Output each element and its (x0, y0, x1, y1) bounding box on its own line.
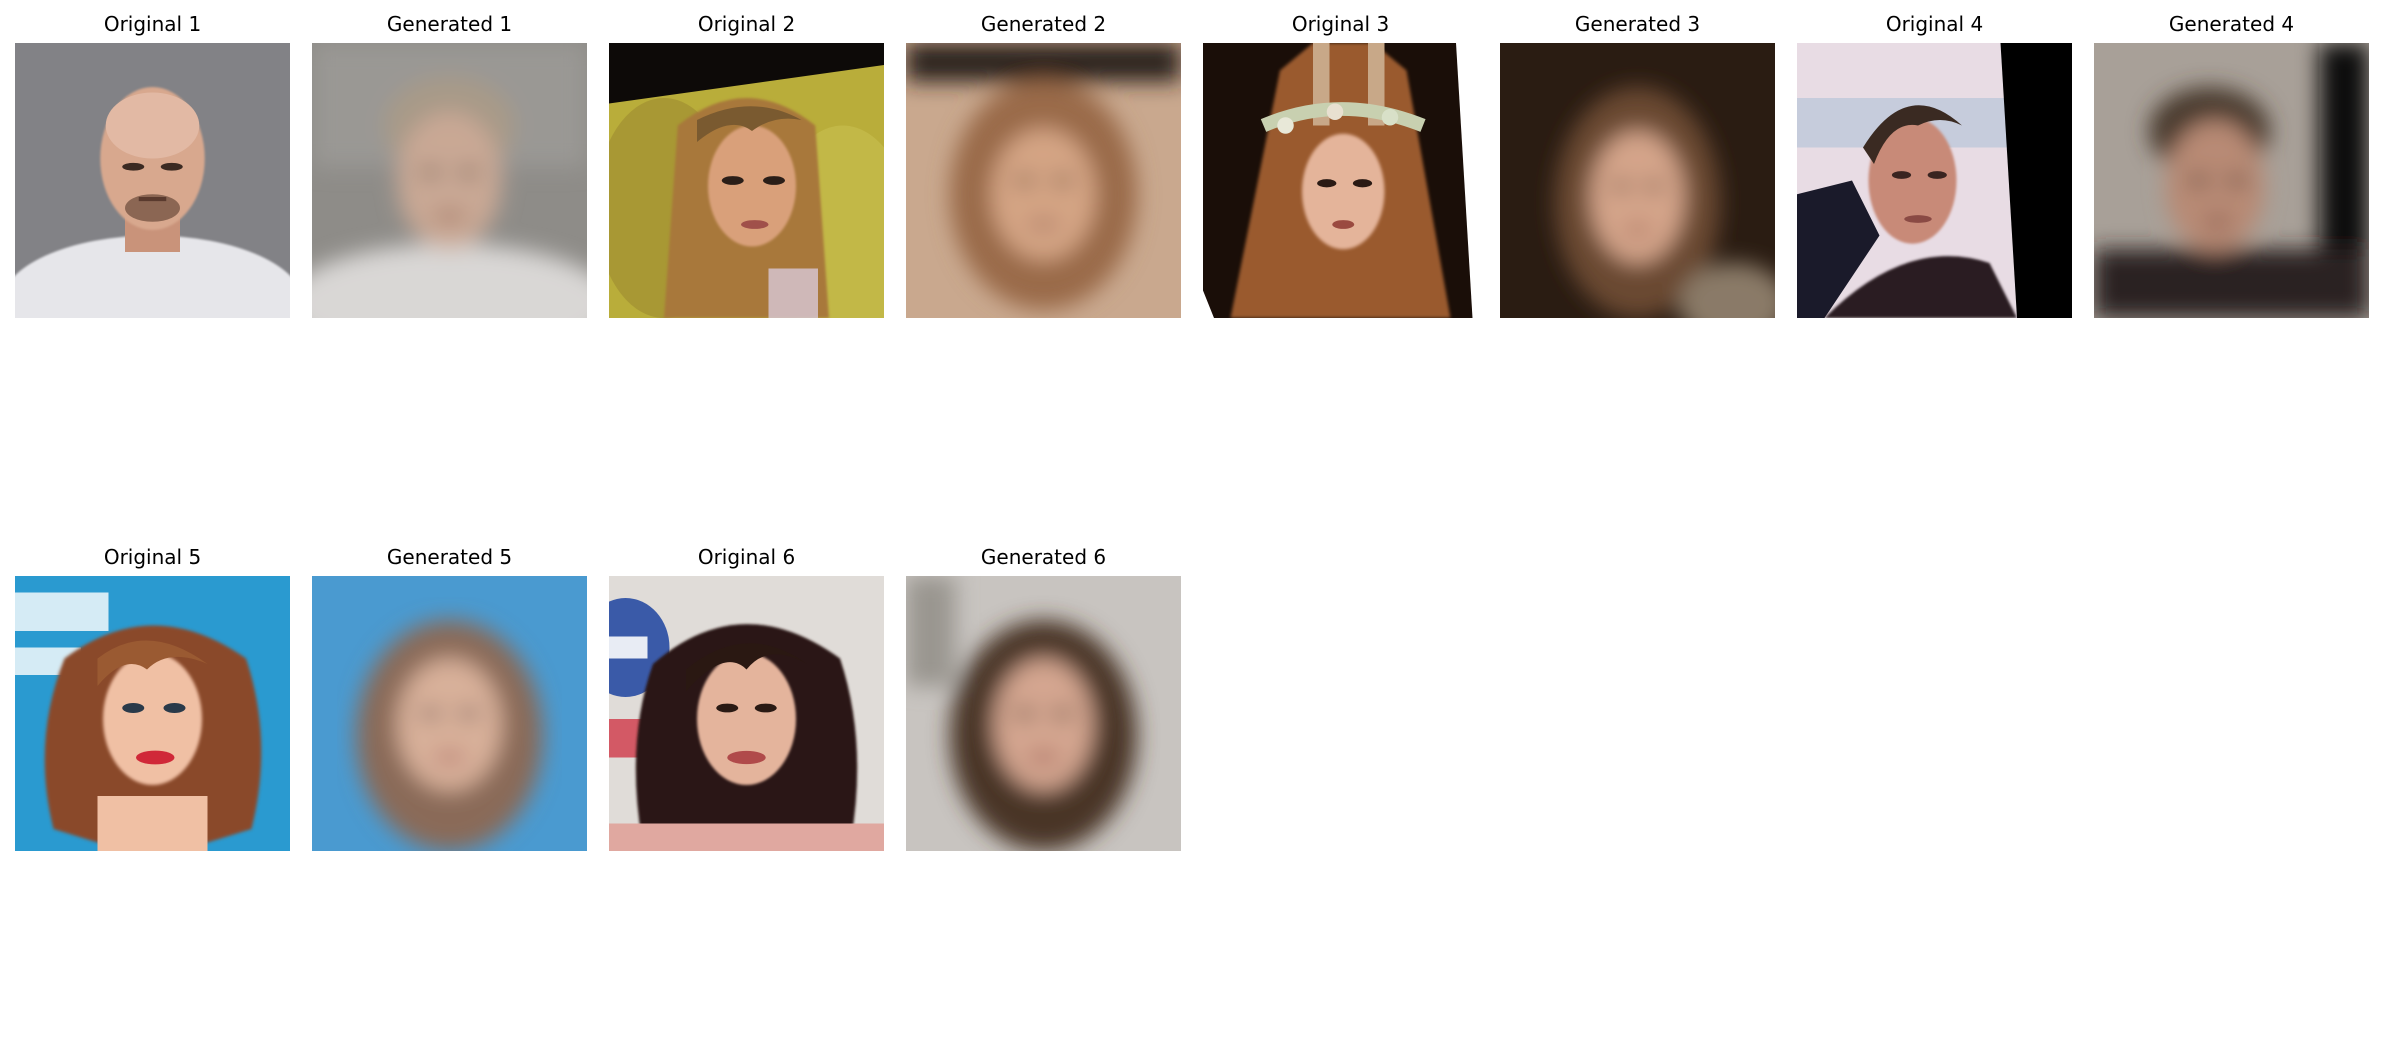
panel-title: Original 2 (697, 12, 796, 36)
face-image-original-3 (1203, 43, 1478, 318)
panel-title: Original 1 (103, 12, 202, 36)
panel-title: Generated 5 (386, 545, 513, 569)
panel-title: Original 4 (1885, 12, 1984, 36)
face-image-original-2 (609, 43, 884, 318)
panel-title: Original 5 (103, 545, 202, 569)
face-image-generated-3 (1500, 43, 1775, 318)
panel-title: Original 6 (697, 545, 796, 569)
face-image-generated-6 (906, 576, 1181, 851)
face-image-generated-1 (312, 43, 587, 318)
panel-title: Generated 2 (980, 12, 1107, 36)
panel-title: Generated 1 (386, 12, 513, 36)
face-image-original-6 (609, 576, 884, 851)
panel-title: Generated 3 (1574, 12, 1701, 36)
face-image-original-5 (15, 576, 290, 851)
panel-title: Generated 4 (2168, 12, 2295, 36)
face-image-original-1 (15, 43, 290, 318)
face-image-generated-2 (906, 43, 1181, 318)
face-image-original-4 (1797, 43, 2072, 318)
panel-title: Generated 6 (980, 545, 1107, 569)
panel-title: Original 3 (1291, 12, 1390, 36)
face-image-generated-4 (2094, 43, 2369, 318)
face-image-generated-5 (312, 576, 587, 851)
